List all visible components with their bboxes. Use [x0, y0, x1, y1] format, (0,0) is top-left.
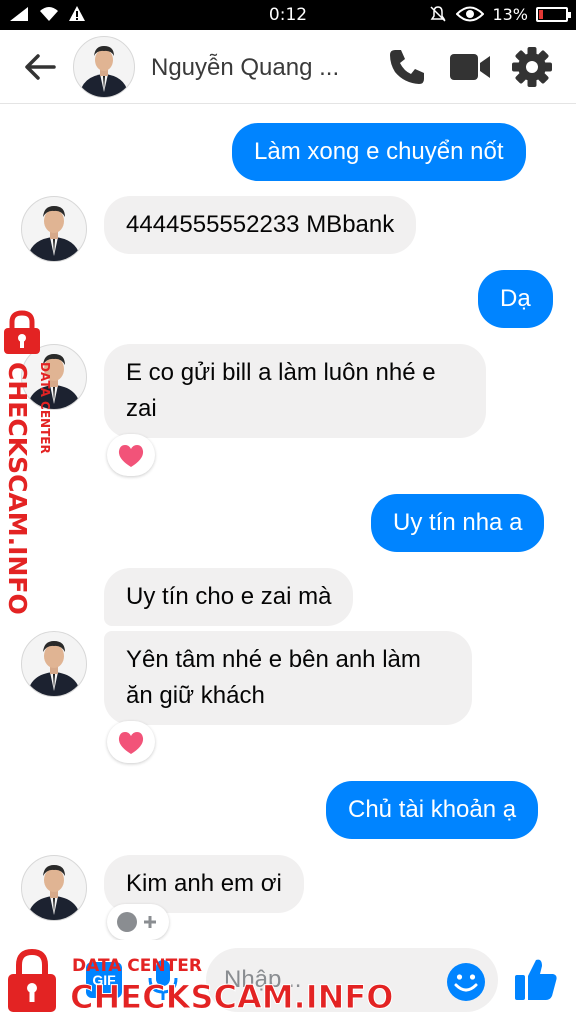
- phone-icon[interactable]: [386, 46, 428, 88]
- contact-avatar[interactable]: [73, 36, 135, 98]
- message-list[interactable]: Làm xong e chuyển nốt 4444555552233 MBba…: [0, 104, 576, 940]
- reaction-badge[interactable]: [107, 721, 155, 763]
- back-arrow-icon[interactable]: [20, 47, 60, 87]
- emoji-icon[interactable]: [446, 962, 486, 1002]
- conversation-header: Nguyễn Quang ...: [0, 30, 576, 104]
- eye-icon: [456, 6, 485, 22]
- reaction-badge[interactable]: [107, 434, 155, 476]
- mic-icon[interactable]: [146, 956, 180, 1004]
- battery-icon: [536, 6, 571, 22]
- message-incoming[interactable]: Yên tâm nhé e bên anh làm ăn giữ khách: [104, 631, 472, 725]
- avatar[interactable]: [21, 196, 87, 262]
- thumbs-up-icon[interactable]: [512, 954, 560, 1004]
- battery-percent: 13%: [492, 4, 528, 24]
- message-outgoing[interactable]: Làm xong e chuyển nốt: [232, 123, 526, 181]
- gif-button[interactable]: GIF: [86, 962, 122, 998]
- video-camera-icon[interactable]: [448, 46, 492, 88]
- message-composer: GIF: [0, 940, 576, 1024]
- message-outgoing[interactable]: Chủ tài khoản ạ: [326, 781, 539, 839]
- gear-icon[interactable]: [511, 46, 553, 88]
- contact-name[interactable]: Nguyễn Quang ...: [151, 54, 339, 82]
- avatar[interactable]: [21, 631, 87, 697]
- message-incoming[interactable]: E co gửi bill a làm luôn nhé e zai: [104, 344, 486, 438]
- heart-icon: [118, 732, 144, 754]
- message-outgoing[interactable]: Uy tín nha a: [371, 494, 545, 552]
- message-incoming[interactable]: 4444555552233 MBbank: [104, 196, 417, 254]
- add-reaction-icon: [117, 912, 156, 932]
- message-incoming[interactable]: Uy tín cho e zai mà: [104, 568, 354, 626]
- message-outgoing[interactable]: Dạ: [478, 270, 553, 328]
- notifications-off-icon: [430, 6, 446, 22]
- avatar[interactable]: [21, 855, 87, 921]
- heart-icon: [118, 445, 144, 467]
- avatar[interactable]: [21, 344, 87, 410]
- add-reaction-button[interactable]: [107, 904, 169, 940]
- status-bar: 0:12 13%: [0, 0, 576, 30]
